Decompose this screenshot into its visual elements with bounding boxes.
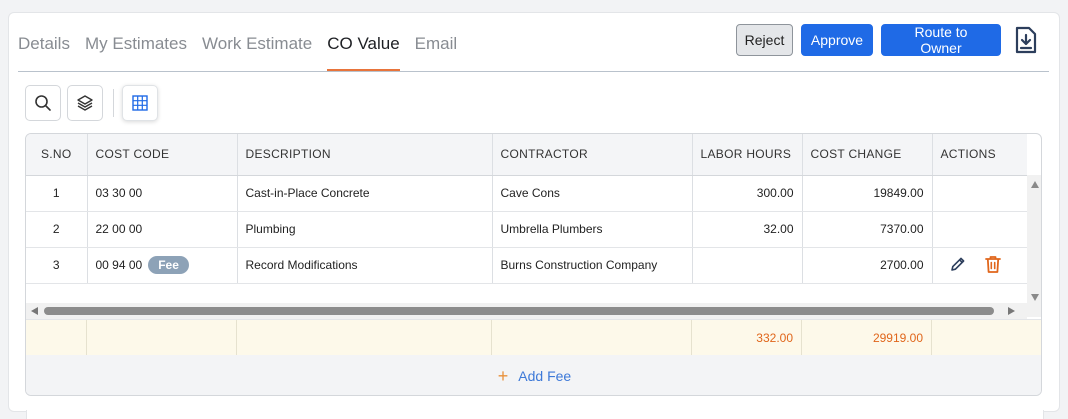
route-to-owner-button[interactable]: Route to Owner	[881, 24, 1001, 56]
co-value-table: S.NO COST CODE DESCRIPTION CONTRACTOR LA…	[25, 133, 1042, 396]
cell-labor-hours: 32.00	[692, 211, 803, 248]
table-header-row: S.NO COST CODE DESCRIPTION CONTRACTOR LA…	[26, 134, 1027, 176]
cell-cost-code: 00 94 00 Fee	[87, 247, 238, 284]
cell-sno: 1	[26, 175, 88, 212]
header-actions: Reject Approve Route to Owner	[736, 24, 1039, 56]
tab-bar: Details My Estimates Work Estimate CO Va…	[18, 24, 472, 72]
cell-labor-hours: 300.00	[692, 175, 803, 212]
cell-cost-change: 19849.00	[802, 175, 933, 212]
cost-code-text: 00 94 00	[95, 258, 143, 272]
scroll-up-arrow[interactable]	[1031, 181, 1039, 188]
total-cell-empty	[932, 320, 1041, 356]
layers-icon	[77, 95, 93, 111]
grid-toolbar	[25, 85, 164, 121]
table-row[interactable]: 1 03 30 00 Cast-in-Place Concrete Cave C…	[26, 175, 1027, 212]
cell-contractor: Burns Construction Company	[492, 247, 693, 284]
fee-badge: Fee	[148, 256, 189, 274]
total-cell-empty	[26, 320, 87, 356]
edit-icon[interactable]	[949, 255, 967, 276]
grid-view-button[interactable]	[122, 85, 158, 121]
download-icon[interactable]	[1013, 25, 1039, 55]
search-button[interactable]	[25, 85, 61, 121]
cell-description: Record Modifications	[237, 247, 493, 284]
cell-description: Cast-in-Place Concrete	[237, 175, 493, 212]
tab-my-estimates[interactable]: My Estimates	[85, 24, 187, 72]
cell-cost-code: 22 00 00	[87, 211, 238, 248]
grid-icon	[132, 95, 148, 111]
tab-work-estimate[interactable]: Work Estimate	[202, 24, 312, 72]
cell-sno: 3	[26, 247, 88, 284]
plus-icon: +	[497, 365, 509, 386]
total-cell-empty	[492, 320, 692, 356]
tabs-divider	[18, 71, 1049, 72]
cell-sno: 2	[26, 211, 88, 248]
cell-cost-code: 03 30 00	[87, 175, 238, 212]
search-icon	[35, 95, 51, 111]
total-cost-change: 29919.00	[802, 320, 932, 356]
card-bottom-strip	[26, 410, 1044, 419]
col-header-sno[interactable]: S.NO	[26, 134, 88, 176]
table-row[interactable]: 3 00 94 00 Fee Record Modifications Burns…	[26, 247, 1027, 284]
cell-cost-change: 2700.00	[802, 247, 933, 284]
total-cell-empty	[87, 320, 237, 356]
col-header-cost-code[interactable]: COST CODE	[87, 134, 238, 176]
cell-contractor: Cave Cons	[492, 175, 693, 212]
tab-email[interactable]: Email	[415, 24, 458, 72]
cell-contractor: Umbrella Plumbers	[492, 211, 693, 248]
scroll-thumb[interactable]	[44, 307, 994, 315]
scroll-down-arrow[interactable]	[1031, 294, 1039, 301]
col-header-actions: ACTIONS	[932, 134, 1027, 176]
col-header-description[interactable]: DESCRIPTION	[237, 134, 493, 176]
approve-button[interactable]: Approve	[801, 24, 873, 56]
cell-actions	[932, 247, 1027, 284]
cell-description: Plumbing	[237, 211, 493, 248]
vertical-scrollbar[interactable]	[1027, 175, 1041, 317]
scroll-left-arrow[interactable]	[31, 307, 38, 315]
cell-actions	[932, 175, 1027, 212]
total-labor-hours: 332.00	[692, 320, 802, 356]
col-header-contractor[interactable]: CONTRACTOR	[492, 134, 693, 176]
horizontal-scrollbar[interactable]	[26, 303, 1027, 319]
layers-button[interactable]	[67, 85, 103, 121]
add-fee-label: Add Fee	[518, 368, 572, 384]
col-header-cost-change[interactable]: COST CHANGE	[802, 134, 933, 176]
total-cell-empty	[237, 320, 492, 356]
cell-actions	[932, 211, 1027, 248]
reject-button[interactable]: Reject	[736, 24, 793, 56]
cell-labor-hours	[692, 247, 803, 284]
col-header-labor-hours[interactable]: LABOR HOURS	[692, 134, 803, 176]
add-fee-button[interactable]: + Add Fee	[26, 355, 1041, 395]
scroll-right-arrow[interactable]	[1008, 307, 1015, 315]
tab-details[interactable]: Details	[18, 24, 70, 72]
cell-cost-change: 7370.00	[802, 211, 933, 248]
tab-co-value[interactable]: CO Value	[327, 24, 401, 72]
toolbar-separator	[113, 89, 114, 117]
delete-icon[interactable]	[983, 254, 1003, 277]
totals-row: 332.00 29919.00	[26, 319, 1041, 356]
table-row[interactable]: 2 22 00 00 Plumbing Umbrella Plumbers 32…	[26, 211, 1027, 248]
